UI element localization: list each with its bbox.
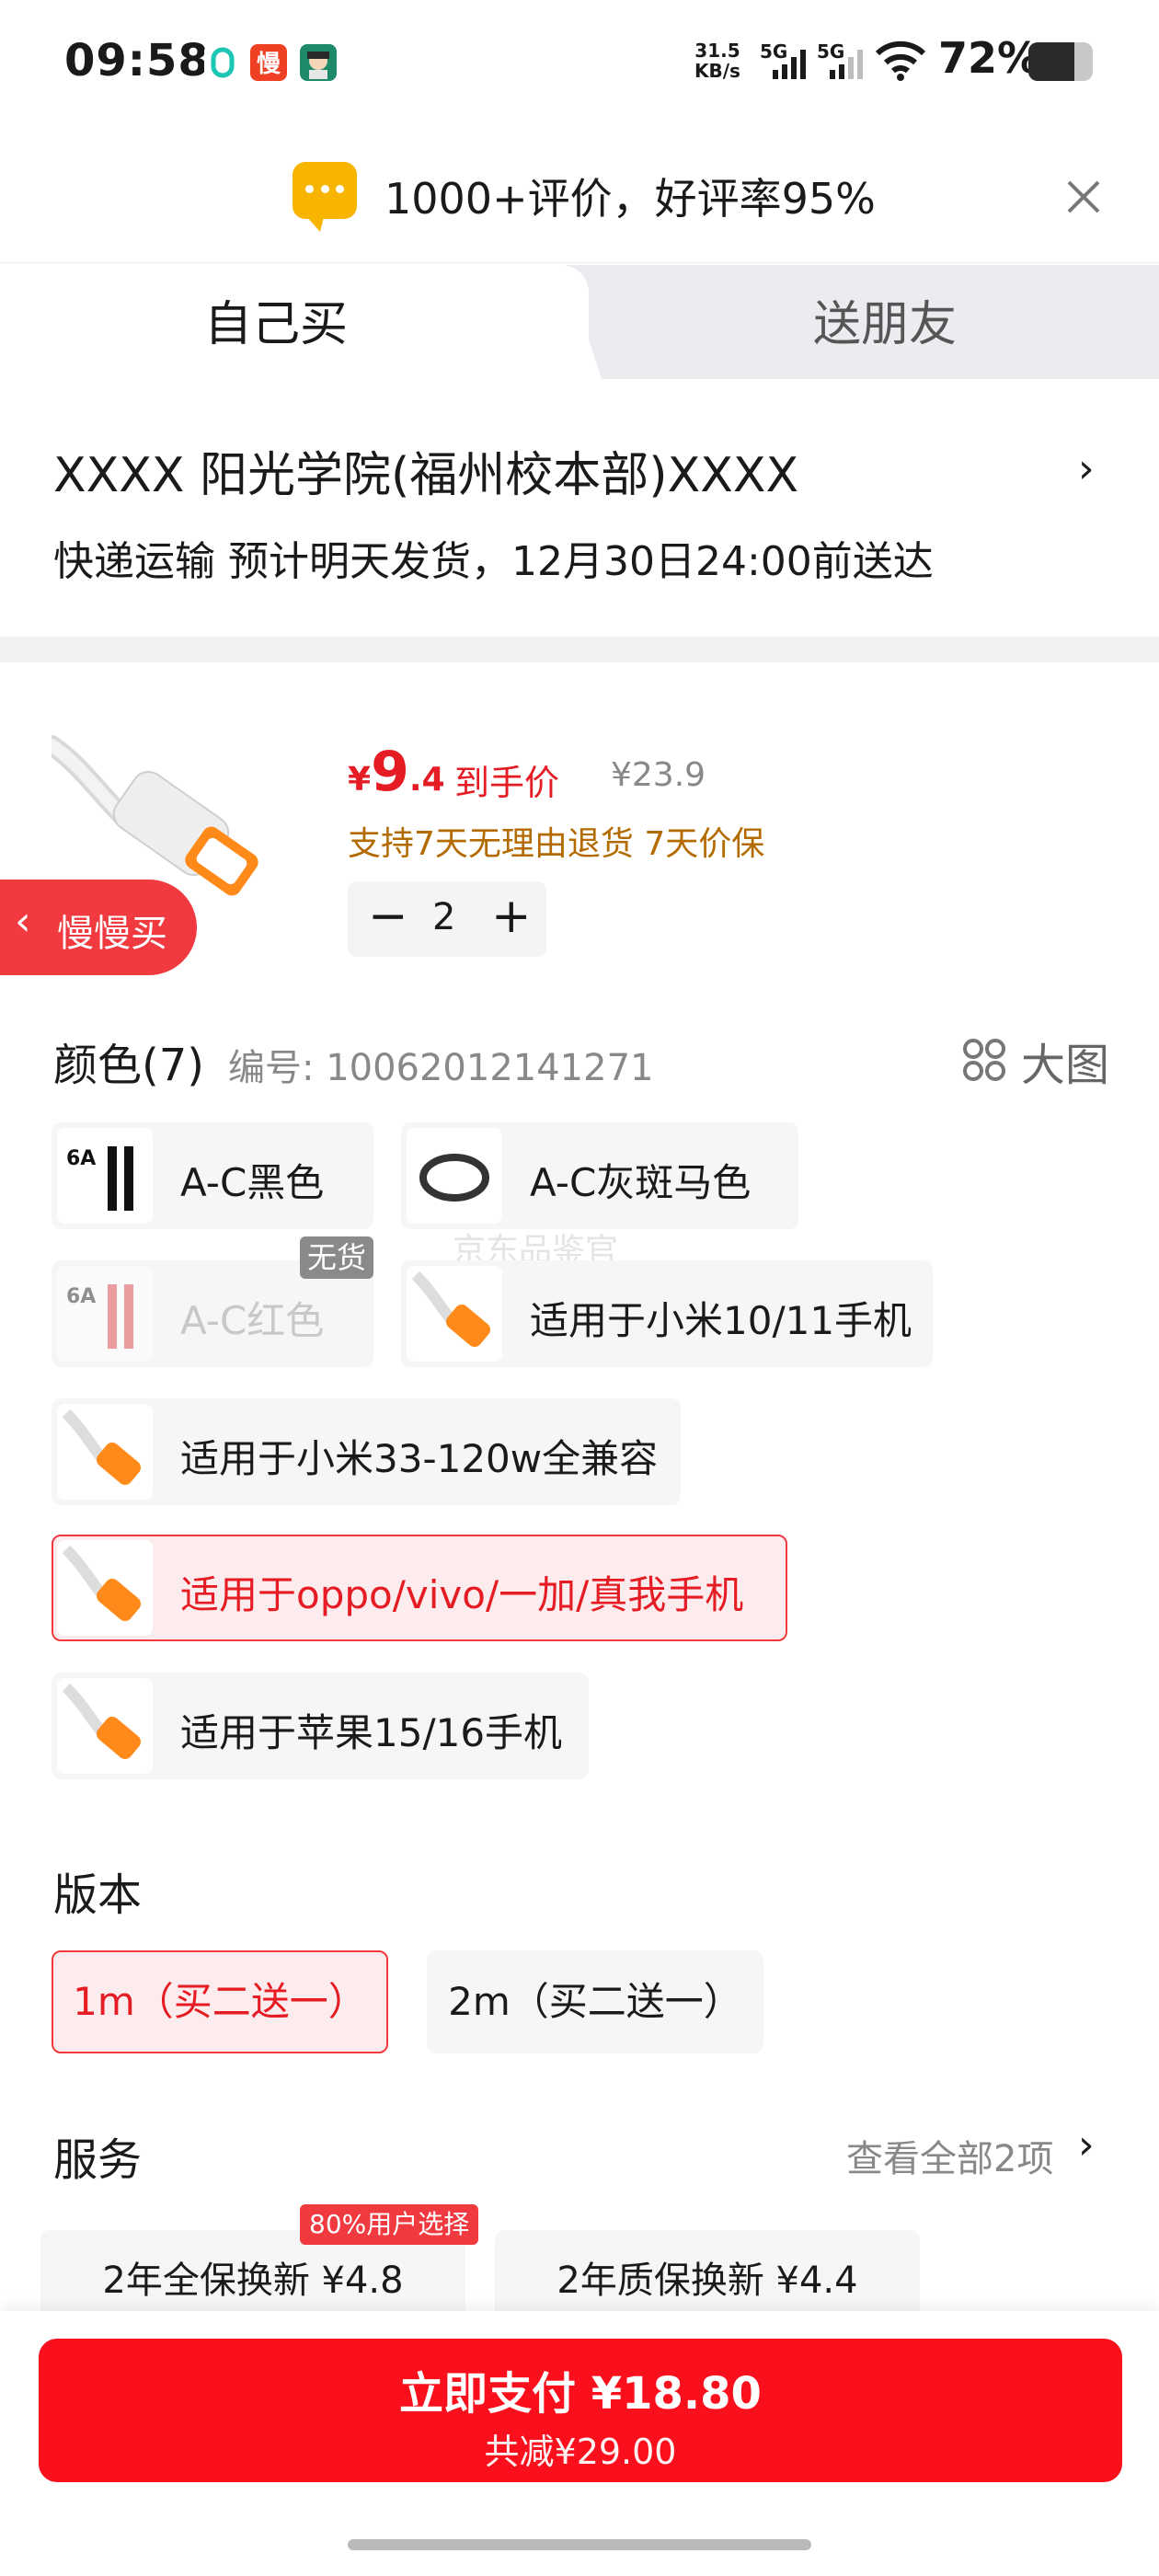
price-integer: 9: [371, 740, 409, 804]
network-speed-value: 31.5: [694, 40, 740, 62]
color-option-zebra[interactable]: A-C灰斑马色: [401, 1122, 798, 1229]
quantity-stepper: − 2 +: [348, 881, 546, 957]
back-pill-label: 慢慢买: [57, 913, 167, 955]
svg-text:6A: 6A: [66, 1285, 96, 1308]
price-decimal: .4: [408, 761, 445, 799]
color-option-label: 适用于小米10/11手机: [530, 1298, 912, 1343]
status-bar: 09:58 慢 31.5 KB/s 5G 5G 72%: [0, 0, 1159, 129]
pay-now-button[interactable]: 立即支付 ¥18.80 共减¥29.00: [39, 2339, 1122, 2482]
signal-5g-icon-1: 5G: [760, 40, 815, 83]
original-price: ¥23.9: [611, 756, 706, 794]
discount-total: 共减¥29.00: [484, 2432, 677, 2472]
price-label: 到手价: [454, 763, 560, 803]
version-option-2m[interactable]: 2m（买二送一）: [427, 1950, 763, 2053]
checkout-bar: 立即支付 ¥18.80 共减¥29.00: [0, 2311, 1159, 2576]
delivery-estimate: 快递运输 预计明天发货，12月30日24:00前送达: [53, 538, 934, 585]
section-divider: [0, 637, 1159, 662]
network-speed-unit: KB/s: [694, 60, 740, 82]
home-indicator[interactable]: [348, 2539, 811, 2550]
color-option-black[interactable]: 6A A-C黑色: [52, 1122, 373, 1229]
review-banner[interactable]: 1000+评价，好评率95%: [0, 129, 1159, 263]
close-icon[interactable]: [1058, 171, 1109, 223]
cable-thumbnail: 6A: [57, 1128, 153, 1224]
address-line: XXXX 阳光学院(福州校本部)XXXX: [53, 448, 799, 503]
review-summary: 1000+评价，好评率95%: [384, 174, 876, 224]
return-guarantee: 支持7天无理由退货 7天价保: [348, 825, 765, 863]
service-section-title: 服务: [53, 2134, 143, 2186]
color-option-label: A-C红色: [180, 1298, 325, 1343]
view-all-services-link[interactable]: 查看全部2项: [846, 2129, 1053, 2182]
big-image-link[interactable]: 大图: [1021, 1029, 1109, 1093]
version-option-1m[interactable]: 1m（买二送一）: [52, 1950, 388, 2053]
color-option-label: 适用于苹果15/16手机: [180, 1710, 563, 1755]
final-price: ¥9.4: [348, 740, 445, 804]
cable-thumbnail: [57, 1678, 153, 1774]
wifi-icon: [874, 39, 927, 83]
color-option-oppo-vivo[interactable]: 适用于oppo/vivo/一加/真我手机: [52, 1535, 787, 1641]
svg-text:6A: 6A: [66, 1147, 96, 1170]
chevron-right-icon: ›: [1078, 2122, 1095, 2168]
currency-symbol: ¥: [348, 761, 372, 799]
pay-amount: 立即支付 ¥18.80: [399, 2368, 762, 2420]
cable-thumbnail: [57, 1404, 153, 1500]
quantity-value[interactable]: 2: [432, 896, 455, 938]
out-of-stock-badge: 无货: [300, 1236, 373, 1279]
grid-icon[interactable]: [962, 1038, 1006, 1082]
delivery-address[interactable]: XXXX 阳光学院(福州校本部)XXXX › 快递运输 预计明天发货，12月30…: [0, 379, 1159, 637]
signal-5g-icon-2: 5G: [817, 40, 872, 83]
tab-gift-label[interactable]: 送朋友: [813, 285, 957, 354]
color-option-label: 适用于小米33-120w全兼容: [180, 1436, 659, 1481]
chevron-left-icon: ‹: [15, 898, 31, 945]
svg-text:慢: 慢: [257, 51, 281, 78]
chevron-right-icon: ›: [1078, 445, 1095, 492]
message-bubble-icon: [293, 162, 357, 232]
cable-coil-thumbnail: [407, 1128, 502, 1224]
color-option-label: A-C灰斑马色: [530, 1160, 752, 1205]
purchase-mode-tabs: 自己买 送朋友: [0, 265, 1159, 379]
app-notification-icon-2: 慢: [250, 44, 287, 81]
plus-button[interactable]: +: [491, 889, 532, 944]
manmanmai-back-button[interactable]: ‹ 慢慢买: [0, 880, 197, 975]
app-notification-icon-1: [204, 44, 241, 81]
color-option-label: A-C黑色: [180, 1160, 325, 1205]
color-section-title: 颜色(7): [53, 1040, 204, 1091]
color-option-label: 适用于oppo/vivo/一加/真我手机: [180, 1572, 744, 1617]
version-section-title: 版本: [53, 1869, 143, 1921]
clock: 09:58: [64, 35, 210, 86]
color-option-apple-15-16[interactable]: 适用于苹果15/16手机: [52, 1673, 589, 1779]
tab-curve: [552, 265, 602, 379]
tab-self-label[interactable]: 自己买: [204, 285, 348, 354]
color-option-xiaomi-33-120w[interactable]: 适用于小米33-120w全兼容: [52, 1398, 681, 1505]
cable-thumbnail: [57, 1540, 153, 1636]
popular-choice-badge: 80%用户选择: [300, 2204, 479, 2245]
app-notification-icon-3: [300, 44, 337, 81]
product-code: 编号: 10062012141271: [228, 1047, 654, 1089]
minus-button[interactable]: −: [368, 889, 408, 944]
cable-thumbnail: 6A: [57, 1266, 153, 1362]
cable-thumbnail: [407, 1266, 502, 1362]
battery-percent: 72%: [938, 33, 1040, 83]
network-speed: 31.5 KB/s: [694, 40, 740, 81]
color-option-xiaomi-10-11[interactable]: 适用于小米10/11手机: [401, 1260, 933, 1367]
battery-icon: [1028, 42, 1093, 81]
